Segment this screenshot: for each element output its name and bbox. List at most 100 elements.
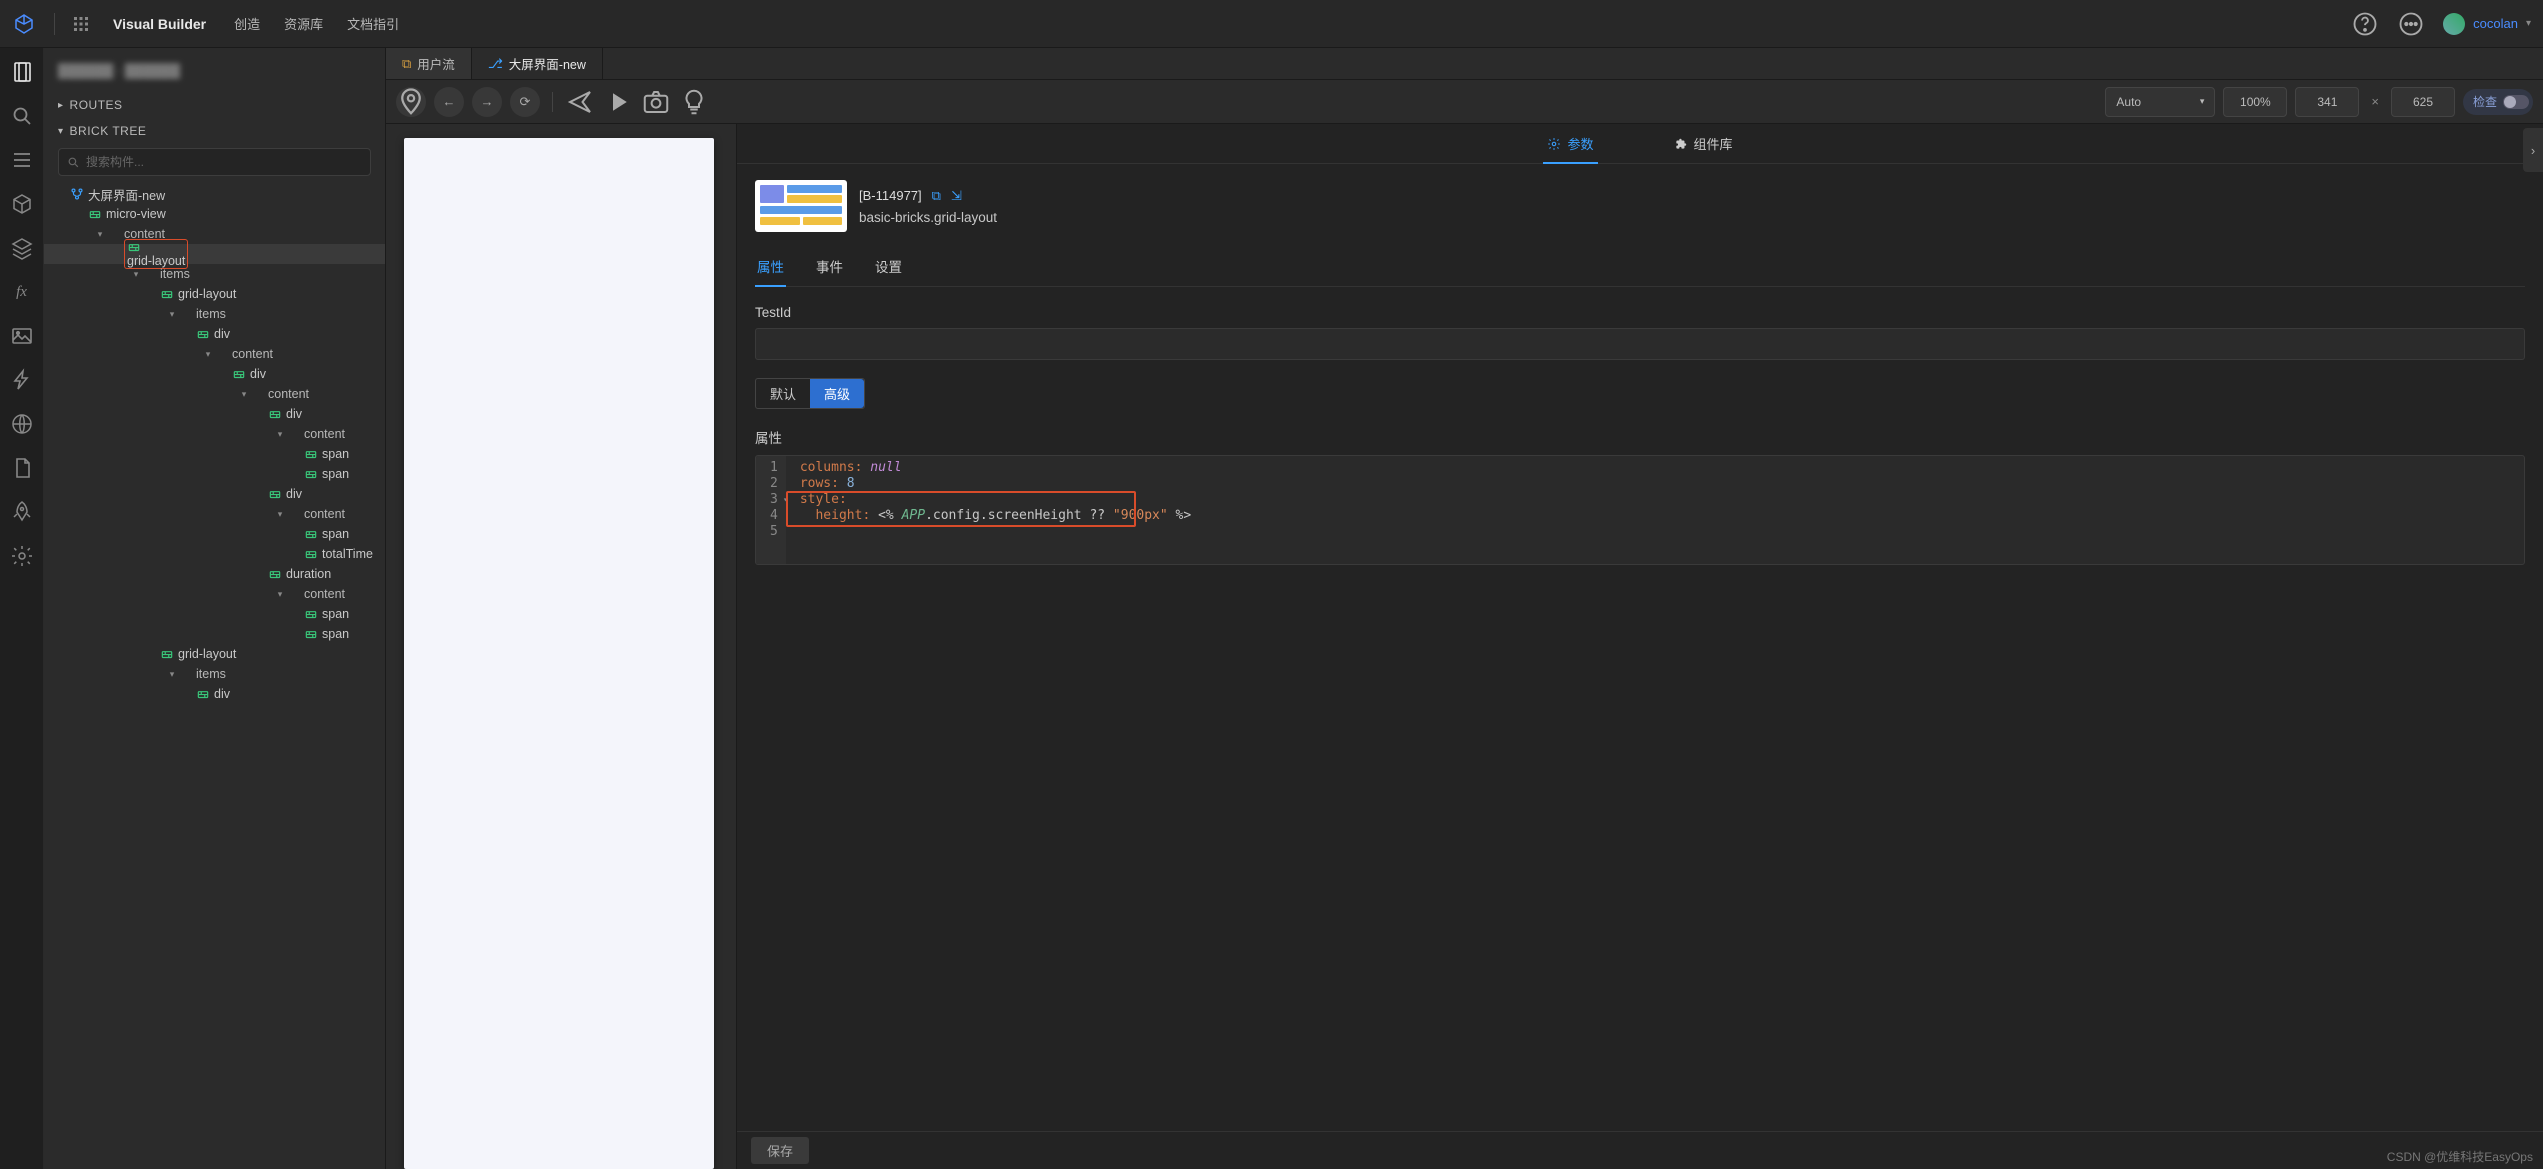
tab-userflow[interactable]: ⧉ 用户流: [386, 48, 472, 79]
nav-create[interactable]: 创造: [234, 14, 260, 33]
camera-button[interactable]: [641, 87, 671, 117]
caret-down-icon: ▾: [2526, 18, 2531, 29]
pin-button[interactable]: [396, 87, 426, 117]
rail-fx-icon[interactable]: fx: [10, 280, 34, 304]
chat-icon[interactable]: [2397, 10, 2425, 38]
seg-advanced[interactable]: 高级: [810, 379, 864, 408]
rail-file-icon[interactable]: [10, 456, 34, 480]
viewport-mode-select[interactable]: Auto ▾: [2105, 87, 2215, 117]
tree-row[interactable]: duration: [44, 564, 385, 584]
back-button[interactable]: ←: [434, 87, 464, 117]
tree-row[interactable]: micro-view: [44, 204, 385, 224]
tree-row[interactable]: div: [44, 364, 385, 384]
tree-row[interactable]: div: [44, 404, 385, 424]
save-button[interactable]: 保存: [751, 1137, 809, 1164]
link-icon[interactable]: ⇲: [951, 188, 962, 204]
brick-thumbnail: [755, 180, 847, 232]
copy-icon[interactable]: ⧉: [932, 188, 941, 204]
height-input[interactable]: 625: [2391, 87, 2455, 117]
chevron-down-icon: ▾: [58, 126, 64, 137]
brick-card: [B-114977] ⧉ ⇲ basic-bricks.grid-layout: [755, 180, 2525, 232]
rail-search-icon[interactable]: [10, 104, 34, 128]
rail-bolt-icon[interactable]: [10, 368, 34, 392]
forward-button[interactable]: →: [472, 87, 502, 117]
canvas-toolbar: ← → ⟳ Auto ▾ 100% 341 × 625 检查: [386, 80, 2543, 124]
rail-layers-icon[interactable]: [10, 236, 34, 260]
canvas[interactable]: [386, 124, 736, 1169]
props-label: 属性: [755, 427, 2525, 447]
tree-row[interactable]: div: [44, 324, 385, 344]
reload-button[interactable]: ⟳: [510, 87, 540, 117]
rail-settings-icon[interactable]: [10, 544, 34, 568]
tree-row[interactable]: span: [44, 464, 385, 484]
rail-rocket-icon[interactable]: [10, 500, 34, 524]
tree-row[interactable]: ▾content: [44, 344, 385, 364]
apps-icon[interactable]: [73, 16, 89, 32]
zoom-input[interactable]: 100%: [2223, 87, 2287, 117]
watermark: CSDN @优维科技EasyOps: [2387, 1148, 2533, 1165]
tree-row[interactable]: ▾items: [44, 264, 385, 284]
search-icon: [67, 156, 80, 169]
width-input[interactable]: 341: [2295, 87, 2359, 117]
send-button[interactable]: [565, 87, 595, 117]
bulb-button[interactable]: [679, 87, 709, 117]
subtab-props[interactable]: 属性: [755, 250, 786, 286]
brick-tree: 大屏界面-newmicro-view▾contentgrid-layout▾it…: [44, 184, 385, 1169]
tab-params[interactable]: 参数: [1547, 124, 1593, 163]
sub-tabs: 属性 事件 设置: [755, 250, 2525, 287]
tree-row[interactable]: span: [44, 624, 385, 644]
expand-button[interactable]: ›: [2523, 128, 2543, 172]
tree-row[interactable]: span: [44, 604, 385, 624]
user-name: cocolan: [2473, 16, 2518, 31]
tree-row[interactable]: ▾items: [44, 664, 385, 684]
top-nav: 创造 资源库 文档指引: [234, 14, 399, 33]
tab-bar: ⧉ 用户流 ⎇ 大屏界面-new: [386, 48, 2543, 80]
rail-box-icon[interactable]: [10, 192, 34, 216]
tree-row[interactable]: grid-layout: [44, 644, 385, 664]
nav-resources[interactable]: 资源库: [284, 14, 323, 33]
rail-list-icon[interactable]: [10, 148, 34, 172]
tab-library[interactable]: 组件库: [1674, 124, 1733, 163]
tab-page[interactable]: ⎇ 大屏界面-new: [472, 48, 603, 79]
tree-row[interactable]: div: [44, 684, 385, 704]
search-input[interactable]: [58, 148, 371, 176]
puzzle-icon: [1674, 137, 1688, 151]
avatar: [2443, 13, 2465, 35]
canvas-page: [404, 138, 714, 1169]
tree-row[interactable]: div: [44, 484, 385, 504]
subtab-settings[interactable]: 设置: [873, 250, 904, 286]
tree-row[interactable]: grid-layout: [44, 244, 385, 264]
testid-input[interactable]: [755, 328, 2525, 360]
bricktree-section[interactable]: ▾BRICK TREE: [44, 118, 385, 144]
tree-row[interactable]: ▾content: [44, 584, 385, 604]
help-icon[interactable]: [2351, 10, 2379, 38]
tree-row[interactable]: totalTime: [44, 544, 385, 564]
play-button[interactable]: [603, 87, 633, 117]
tree-row[interactable]: span: [44, 524, 385, 544]
tree-row[interactable]: ▾items: [44, 304, 385, 324]
code-editor[interactable]: 12345 columns: null rows: 8 style: heigh…: [755, 455, 2525, 565]
rail: fx: [0, 48, 44, 1169]
rail-image-icon[interactable]: [10, 324, 34, 348]
rail-globe-icon[interactable]: [10, 412, 34, 436]
monitor-icon: ⧉: [402, 56, 411, 72]
logo-icon: [12, 12, 36, 36]
gear-icon: [1547, 137, 1561, 151]
code-text[interactable]: columns: null rows: 8 style: height: <% …: [786, 456, 2524, 564]
switch-icon: [2503, 95, 2529, 109]
routes-section[interactable]: ▸ROUTES: [44, 92, 385, 118]
tree-row[interactable]: ▾content: [44, 504, 385, 524]
tree-row[interactable]: ▾content: [44, 424, 385, 444]
inspect-toggle[interactable]: 检查: [2463, 89, 2533, 115]
tree-row[interactable]: ▾content: [44, 224, 385, 244]
tree-row[interactable]: grid-layout: [44, 284, 385, 304]
tree-row[interactable]: ▾content: [44, 384, 385, 404]
tree-row[interactable]: 大屏界面-new: [44, 184, 385, 204]
rail-page-icon[interactable]: [10, 60, 34, 84]
divider: [54, 13, 55, 35]
subtab-events[interactable]: 事件: [814, 250, 845, 286]
user-menu[interactable]: cocolan ▾: [2443, 13, 2531, 35]
nav-docs[interactable]: 文档指引: [347, 14, 399, 33]
tree-row[interactable]: span: [44, 444, 385, 464]
seg-default[interactable]: 默认: [756, 379, 810, 408]
